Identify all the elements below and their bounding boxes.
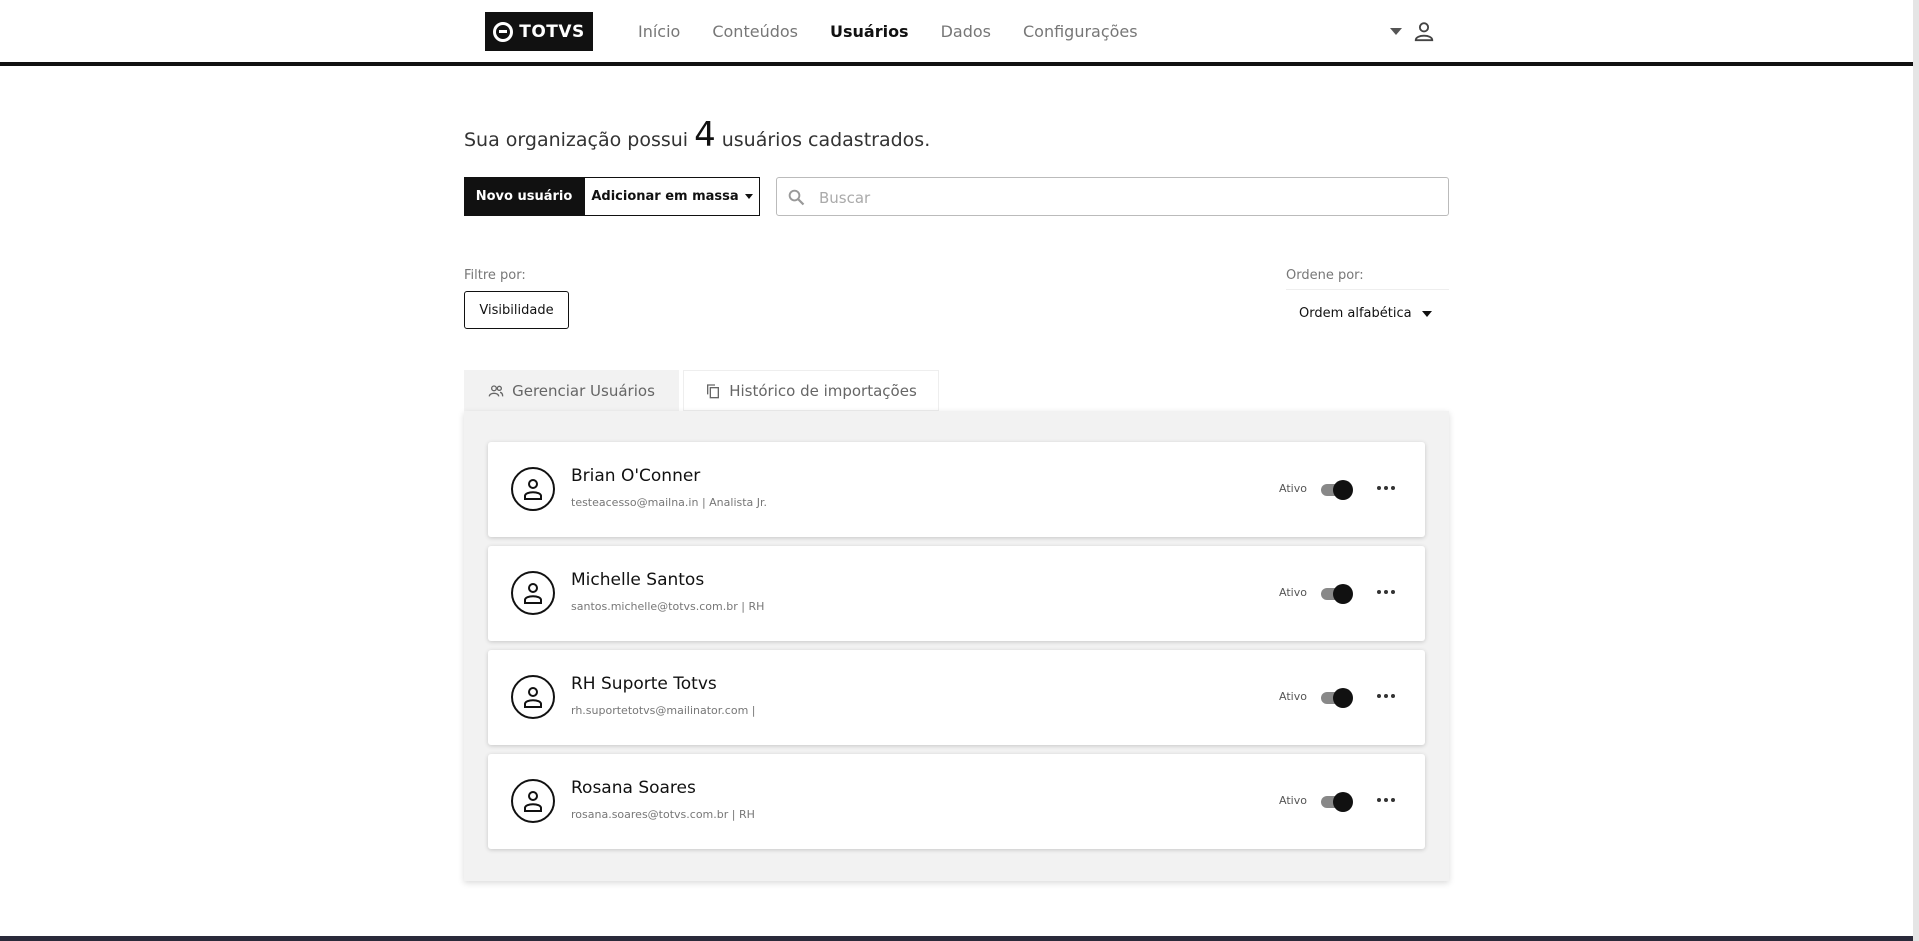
- sort-label: Ordene por:: [1286, 268, 1364, 283]
- toggle-knob: [1333, 480, 1353, 500]
- bottom-edge-bar: [0, 936, 1913, 941]
- user-avatar-icon: [524, 583, 542, 604]
- new-user-label: Novo usuário: [475, 189, 573, 204]
- users-count-headline: Sua organização possui 4 usuários cadast…: [464, 118, 930, 152]
- bulk-add-dropdown-button[interactable]: Adicionar em massa: [584, 177, 760, 216]
- nav-usuarios[interactable]: Usuários: [830, 22, 909, 41]
- user-name[interactable]: Brian O'Conner: [571, 466, 700, 486]
- more-options-icon[interactable]: [1376, 790, 1396, 810]
- user-avatar-icon: [524, 687, 542, 708]
- more-options-icon[interactable]: [1376, 478, 1396, 498]
- search-input[interactable]: [817, 178, 1441, 217]
- page-scrollbar[interactable]: [1913, 0, 1919, 941]
- users-count: 4: [694, 115, 716, 155]
- user-info: rh.suportetotvs@mailinator.com |: [571, 704, 756, 717]
- tab-manage-users-label: Gerenciar Usuários: [512, 381, 655, 400]
- nav-inicio[interactable]: Início: [638, 22, 680, 41]
- user-card: Michelle Santos santos.michelle@totvs.co…: [488, 546, 1425, 641]
- toggle-knob: [1333, 584, 1353, 604]
- bulk-add-label: Adicionar em massa: [591, 189, 739, 204]
- totvs-logo[interactable]: TOTVS: [485, 12, 593, 51]
- user-name[interactable]: RH Suporte Totvs: [571, 674, 717, 694]
- main-nav: Início Conteúdos Usuários Dados Configur…: [638, 0, 1138, 62]
- logo-text: TOTVS: [519, 21, 585, 42]
- new-user-button[interactable]: Novo usuário: [464, 177, 584, 216]
- active-toggle[interactable]: [1321, 792, 1353, 812]
- status-label: Ativo: [1279, 586, 1307, 599]
- top-navigation-bar: TOTVS Início Conteúdos Usuários Dados Co…: [0, 0, 1913, 66]
- more-options-icon[interactable]: [1376, 686, 1396, 706]
- user-card: Brian O'Conner testeacesso@mailna.in | A…: [488, 442, 1425, 537]
- account-dropdown-caret-icon[interactable]: [1390, 28, 1402, 35]
- tab-manage-users[interactable]: Gerenciar Usuários: [464, 370, 679, 411]
- sort-divider: [1286, 289, 1449, 290]
- user-profile-icon[interactable]: [1413, 20, 1435, 42]
- nav-configuracoes[interactable]: Configurações: [1023, 22, 1138, 41]
- headline-prefix: Sua organização possui: [464, 129, 689, 151]
- tab-import-history[interactable]: Histórico de importações: [683, 370, 939, 411]
- users-icon: [488, 384, 504, 397]
- user-card: RH Suporte Totvs rh.suportetotvs@mailina…: [488, 650, 1425, 745]
- filter-label: Filtre por:: [464, 268, 526, 283]
- users-list-panel: Brian O'Conner testeacesso@mailna.in | A…: [464, 411, 1449, 881]
- status-label: Ativo: [1279, 794, 1307, 807]
- totvs-logo-icon: [493, 21, 514, 42]
- sort-value: Ordem alfabética: [1299, 306, 1412, 321]
- visibility-filter-button[interactable]: Visibilidade: [464, 291, 569, 329]
- chevron-down-icon: [744, 194, 753, 199]
- toggle-knob: [1333, 792, 1353, 812]
- active-toggle[interactable]: [1321, 584, 1353, 604]
- nav-dados[interactable]: Dados: [941, 22, 991, 41]
- status-label: Ativo: [1279, 482, 1307, 495]
- active-toggle[interactable]: [1321, 688, 1353, 708]
- copy-icon: [707, 383, 720, 398]
- user-avatar-icon: [524, 479, 542, 500]
- active-toggle[interactable]: [1321, 480, 1353, 500]
- avatar: [511, 675, 555, 719]
- user-avatar-icon: [524, 791, 542, 812]
- search-box: [776, 177, 1449, 217]
- toggle-knob: [1333, 688, 1353, 708]
- user-info: testeacesso@mailna.in | Analista Jr.: [571, 496, 768, 509]
- avatar: [511, 571, 555, 615]
- headline-suffix: usuários cadastrados.: [721, 129, 931, 151]
- user-card: Rosana Soares rosana.soares@totvs.com.br…: [488, 754, 1425, 849]
- user-info: santos.michelle@totvs.com.br | RH: [571, 600, 765, 613]
- avatar: [511, 467, 555, 511]
- user-name[interactable]: Michelle Santos: [571, 570, 704, 590]
- chevron-down-icon: [1421, 310, 1432, 317]
- tab-import-history-label: Histórico de importações: [729, 381, 917, 400]
- user-info: rosana.soares@totvs.com.br | RH: [571, 808, 755, 821]
- avatar: [511, 779, 555, 823]
- visibility-label: Visibilidade: [479, 302, 554, 318]
- nav-conteudos[interactable]: Conteúdos: [712, 22, 798, 41]
- user-name[interactable]: Rosana Soares: [571, 778, 696, 798]
- sort-select[interactable]: Ordem alfabética: [1299, 306, 1432, 321]
- search-icon: [788, 189, 805, 206]
- more-options-icon[interactable]: [1376, 582, 1396, 602]
- status-label: Ativo: [1279, 690, 1307, 703]
